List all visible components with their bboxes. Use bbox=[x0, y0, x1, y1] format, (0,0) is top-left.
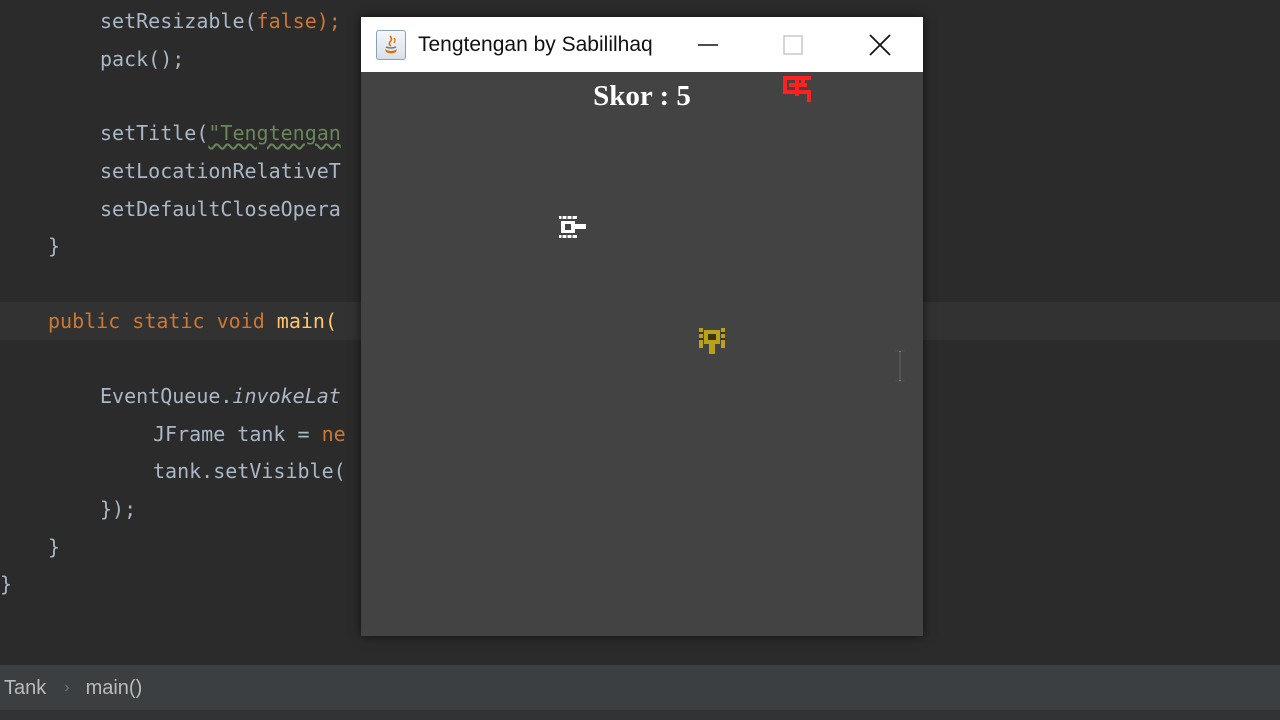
code-line[interactable]: setDefaultCloseOpera bbox=[100, 197, 341, 221]
code-line[interactable]: setResizable(false); bbox=[100, 9, 341, 33]
code-line[interactable]: JFrame tank = ne bbox=[153, 422, 346, 446]
breadcrumb-item-method[interactable]: main() bbox=[82, 677, 143, 700]
code-token: setTitle( bbox=[100, 121, 209, 145]
game-window[interactable]: Tengtengan by Sabililhaq Skor : 5 bbox=[361, 17, 923, 636]
minimize-icon bbox=[698, 43, 718, 46]
text-cursor-icon bbox=[895, 350, 905, 382]
breadcrumb-item-class[interactable]: Tank bbox=[0, 677, 46, 700]
code-line[interactable]: EventQueue.invokeLat bbox=[100, 384, 341, 408]
code-token: main( bbox=[276, 309, 337, 333]
player-tank-icon bbox=[559, 216, 586, 238]
window-titlebar[interactable]: Tengtengan by Sabililhaq bbox=[361, 17, 923, 72]
enemy-tank-icon bbox=[783, 76, 811, 102]
code-token: pack(); bbox=[100, 47, 185, 71]
maximize-icon bbox=[783, 34, 803, 55]
chevron-right-icon: › bbox=[64, 679, 70, 696]
status-strip bbox=[0, 710, 1280, 720]
code-line[interactable]: setTitle("Tengtengan bbox=[100, 121, 341, 145]
code-line[interactable]: public static void main( bbox=[48, 309, 337, 333]
code-token: public static void bbox=[48, 309, 277, 333]
code-token: } bbox=[48, 234, 61, 258]
code-token: setResizable( bbox=[100, 9, 257, 33]
code-line[interactable]: } bbox=[48, 535, 60, 559]
code-token: } bbox=[0, 572, 13, 596]
close-button[interactable] bbox=[845, 17, 915, 72]
code-token: invokeLat bbox=[232, 384, 341, 408]
code-token: EventQueue. bbox=[100, 384, 233, 408]
breadcrumb: Tank › main() bbox=[0, 664, 1280, 711]
code-token: }); bbox=[100, 497, 137, 521]
code-line[interactable]: } bbox=[0, 572, 12, 596]
maximize-button[interactable] bbox=[758, 17, 828, 72]
code-token: } bbox=[48, 535, 61, 559]
code-token: ne bbox=[321, 422, 346, 446]
window-title: Tengtengan by Sabililhaq bbox=[418, 32, 653, 56]
close-icon bbox=[869, 33, 891, 56]
code-token: setDefaultCloseOpera bbox=[100, 197, 341, 221]
code-line[interactable]: setLocationRelativeT bbox=[100, 159, 341, 183]
game-canvas[interactable] bbox=[361, 72, 923, 636]
code-line[interactable]: pack(); bbox=[100, 47, 184, 71]
code-token: setLocationRelativeT bbox=[100, 159, 341, 183]
score-label: Skor : 5 bbox=[593, 80, 691, 112]
code-line[interactable]: } bbox=[48, 234, 60, 258]
code-token: false bbox=[256, 9, 317, 33]
code-line[interactable]: tank.setVisible( bbox=[153, 459, 346, 483]
minimize-button[interactable] bbox=[673, 17, 743, 72]
java-coffee-icon bbox=[376, 29, 406, 60]
code-token: JFrame tank = bbox=[153, 422, 322, 446]
yellow-tank-icon bbox=[699, 328, 725, 354]
code-token: tank.setVisible( bbox=[153, 459, 346, 483]
code-token: ); bbox=[316, 9, 341, 33]
code-line[interactable]: }); bbox=[100, 497, 136, 521]
code-token: "Tengtengan bbox=[208, 121, 341, 145]
